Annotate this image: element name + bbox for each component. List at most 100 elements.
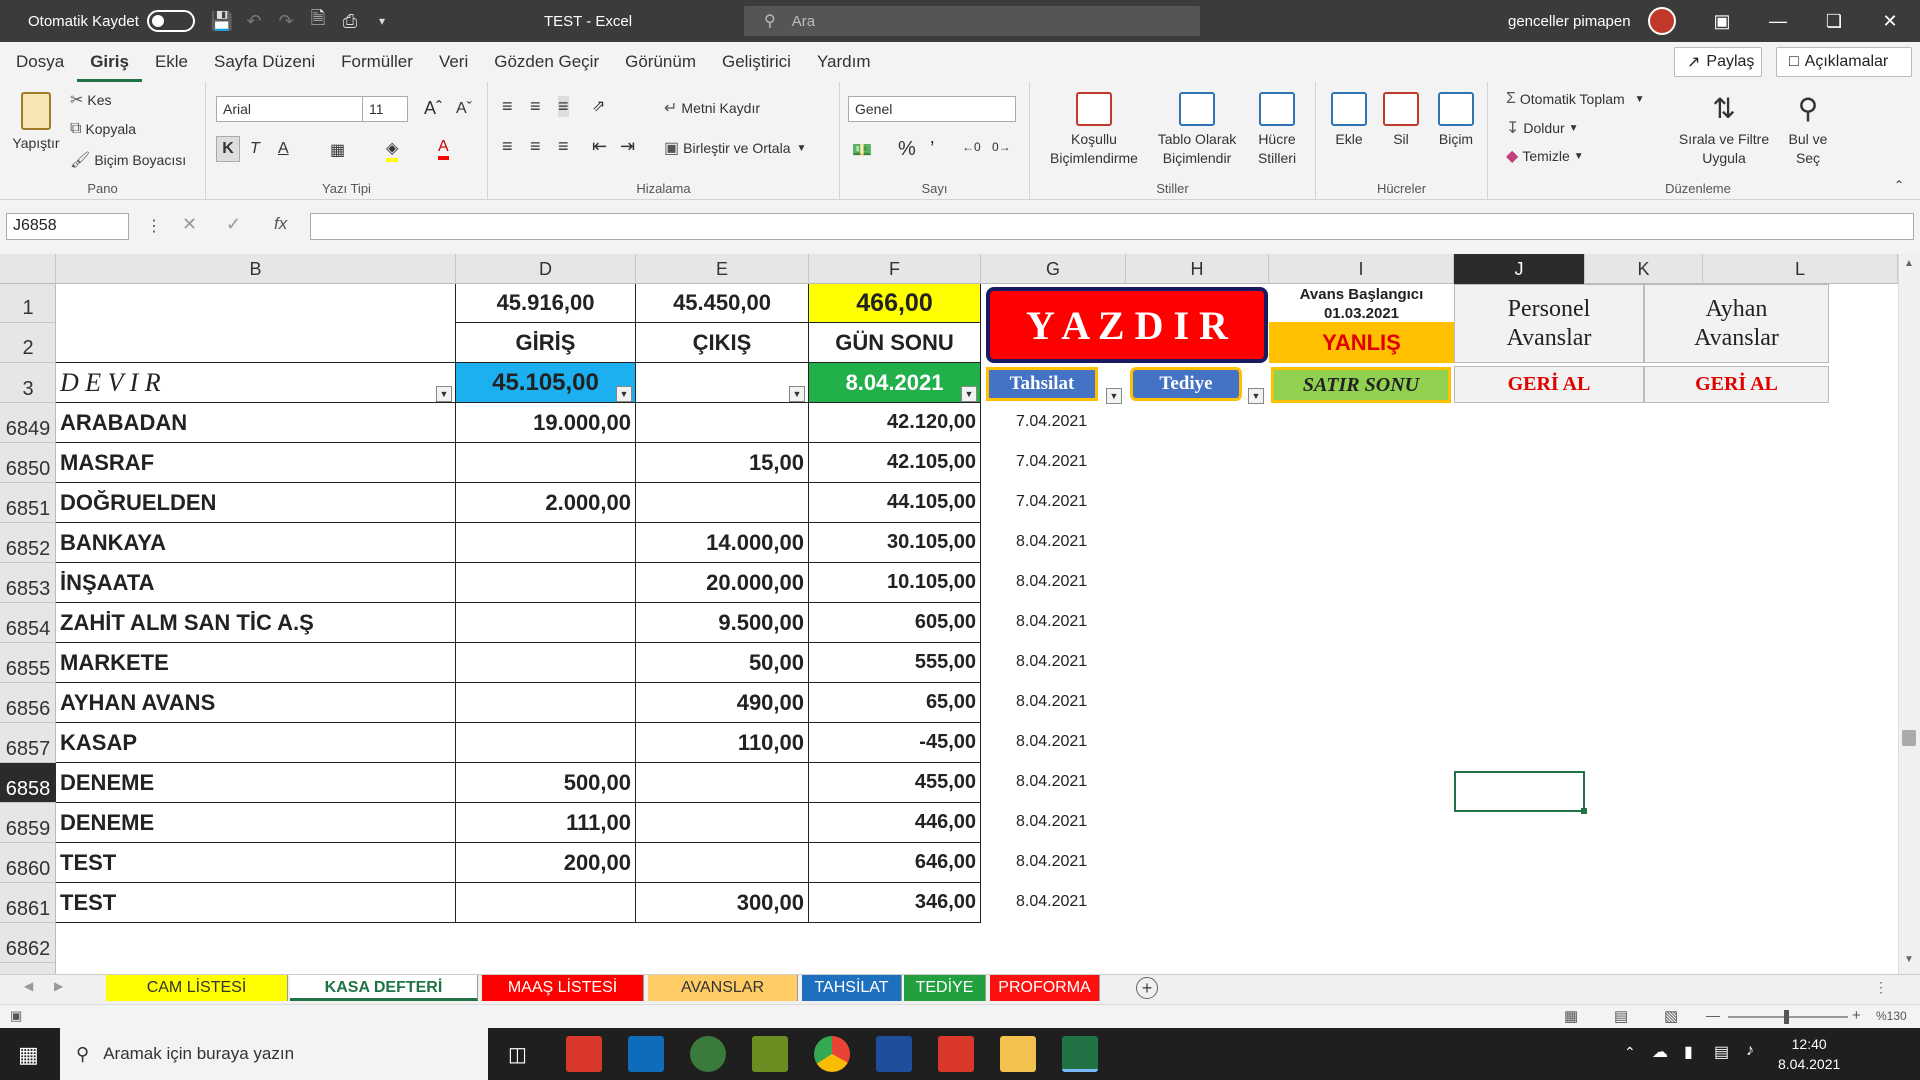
taskbar-app-icon[interactable]	[938, 1036, 974, 1072]
cell-g6852[interactable]: 8.04.2021	[1016, 533, 1087, 551]
row-header[interactable]: 6861	[0, 883, 56, 923]
tab-giris[interactable]: Giriş	[77, 42, 142, 82]
cell-f6859[interactable]: 446,00	[809, 803, 981, 843]
cell-e6852[interactable]: 14.000,00	[636, 523, 809, 563]
restore-icon[interactable]: ❏	[1806, 0, 1862, 42]
comments-button[interactable]: □ Açıklamalar	[1776, 47, 1912, 77]
cell-b1[interactable]	[56, 284, 456, 363]
align-middle-icon[interactable]: ≡	[530, 96, 541, 117]
cell-d3[interactable]: 45.105,00	[456, 363, 636, 403]
taskbar-search[interactable]: ⚲ Aramak için buraya yazın	[60, 1028, 488, 1080]
bold-button[interactable]: K	[216, 136, 240, 162]
windows-start-icon[interactable]: ▦	[18, 1042, 39, 1068]
cell-e6853[interactable]: 20.000,00	[636, 563, 809, 603]
save-icon[interactable]: 💾	[206, 11, 238, 32]
filter-dropdown-icon[interactable]: ▼	[961, 386, 977, 402]
cell-e6861[interactable]: 300,00	[636, 883, 809, 923]
row-header[interactable]: 6849	[0, 403, 56, 443]
sheet-options-icon[interactable]: ⋮	[1874, 979, 1888, 996]
cell-b6859[interactable]: DENEME	[56, 803, 456, 843]
italic-button[interactable]: T	[250, 140, 260, 158]
cell-b6856[interactable]: AYHAN AVANS	[56, 683, 456, 723]
cell-b6850[interactable]: MASRAF	[56, 443, 456, 483]
cell-g6860[interactable]: 8.04.2021	[1016, 853, 1087, 871]
copy-button[interactable]: ⧉ Kopyala	[70, 120, 136, 138]
yazdir-button[interactable]: Y A Z D I R	[986, 287, 1268, 363]
row-header[interactable]: 6851	[0, 483, 56, 523]
underline-button[interactable]: A	[278, 140, 289, 158]
align-bottom-icon[interactable]: ≡	[558, 96, 569, 117]
cell-b6852[interactable]: BANKAYA	[56, 523, 456, 563]
sheet-tab-maas-listesi[interactable]: MAAŞ LİSTESİ	[482, 975, 644, 1001]
cell-f6861[interactable]: 346,00	[809, 883, 981, 923]
column-header-l[interactable]: L	[1703, 254, 1898, 284]
row-header[interactable]: 3	[0, 363, 56, 403]
zoom-slider-thumb[interactable]	[1784, 1010, 1789, 1024]
clock[interactable]: 12:40 8.04.2021	[1778, 1034, 1840, 1074]
select-all-corner[interactable]	[0, 254, 56, 284]
decrease-indent-icon[interactable]: ⇤	[592, 136, 607, 157]
cell-g6859[interactable]: 8.04.2021	[1016, 813, 1087, 831]
macro-record-icon[interactable]: ▣	[10, 1008, 22, 1024]
worksheet-grid[interactable]: 45.916,00 45.450,00 466,00 GİRİŞ ÇIKIŞ G…	[56, 284, 1898, 974]
row-header[interactable]: 6858	[0, 763, 56, 803]
taskbar-app-icon[interactable]	[752, 1036, 788, 1072]
cell-f2[interactable]: GÜN SONU	[809, 323, 981, 363]
user-name[interactable]: genceller pimapen	[1508, 0, 1631, 42]
insert-function-icon[interactable]: fx	[274, 214, 287, 234]
column-header-i[interactable]: I	[1269, 254, 1454, 284]
active-cell-j6858[interactable]	[1454, 771, 1587, 814]
ayhan-avanslar-button[interactable]: Ayhan Avanslar	[1644, 284, 1829, 363]
cell-g6849[interactable]: 7.04.2021	[1016, 413, 1087, 431]
font-family-select[interactable]: Arial	[216, 96, 364, 122]
cell-g6853[interactable]: 8.04.2021	[1016, 573, 1087, 591]
zoom-slider[interactable]	[1728, 1010, 1848, 1024]
cell-e6855[interactable]: 50,00	[636, 643, 809, 683]
cell-g6854[interactable]: 8.04.2021	[1016, 613, 1087, 631]
fill-button[interactable]: ↧ Doldur ▼	[1506, 118, 1579, 138]
collapse-ribbon-icon[interactable]: ⌃	[1894, 178, 1904, 192]
tab-yardim[interactable]: Yardım	[804, 42, 884, 82]
cell-g6850[interactable]: 7.04.2021	[1016, 453, 1087, 471]
cell-e6854[interactable]: 9.500,00	[636, 603, 809, 643]
geri-al-ayhan-button[interactable]: GERİ AL	[1644, 366, 1829, 403]
cell-e6858[interactable]	[636, 763, 809, 803]
column-header-e[interactable]: E	[636, 254, 809, 284]
excel-icon[interactable]	[1062, 1036, 1098, 1072]
cell-d6855[interactable]	[456, 643, 636, 683]
scroll-down-icon[interactable]: ▼	[1904, 954, 1914, 965]
find-select-button[interactable]: ⚲ Bul ve Seç	[1778, 92, 1838, 168]
battery-icon[interactable]: ▮	[1684, 1042, 1693, 1062]
print-preview-icon[interactable]: 🗎	[302, 6, 334, 36]
formula-input[interactable]	[310, 213, 1914, 240]
cell-e6849[interactable]	[636, 403, 809, 443]
search-box[interactable]: ⚲ Ara	[744, 6, 1200, 36]
personel-avanslar-button[interactable]: Personel Avanslar	[1454, 284, 1644, 363]
cell-f6857[interactable]: -45,00	[809, 723, 981, 763]
sheet-tab-tediye[interactable]: TEDİYE	[904, 975, 986, 1001]
cell-e6850[interactable]: 15,00	[636, 443, 809, 483]
cell-d6862[interactable]	[456, 923, 636, 963]
column-header-k[interactable]: K	[1585, 254, 1703, 284]
cell-b6861[interactable]: TEST	[56, 883, 456, 923]
cell-d6858[interactable]: 500,00	[456, 763, 636, 803]
cell-d6857[interactable]	[456, 723, 636, 763]
normal-view-icon[interactable]: ▦	[1564, 1007, 1578, 1025]
row-header[interactable]: 2	[0, 323, 56, 363]
cell-f6854[interactable]: 605,00	[809, 603, 981, 643]
share-button[interactable]: ↗ Paylaş	[1674, 47, 1762, 77]
name-box[interactable]: J6858	[6, 213, 129, 240]
sheet-tab-tahsilat[interactable]: TAHSİLAT	[802, 975, 902, 1001]
onedrive-icon[interactable]: ☁	[1652, 1042, 1668, 1062]
sheet-tab-cam-listesi[interactable]: CAM LİSTESİ	[106, 975, 288, 1001]
cut-button[interactable]: ✂ Kes	[70, 90, 112, 110]
avatar[interactable]	[1648, 7, 1676, 35]
row-header[interactable]: 1	[0, 284, 56, 323]
autosum-button[interactable]: Σ Otomatik Toplam ▼	[1506, 90, 1645, 108]
cell-g6851[interactable]: 7.04.2021	[1016, 493, 1087, 511]
cell-e2[interactable]: ÇIKIŞ	[636, 323, 809, 363]
taskbar-app-icon[interactable]	[690, 1036, 726, 1072]
cell-f6860[interactable]: 646,00	[809, 843, 981, 883]
taskbar-app-icon[interactable]	[566, 1036, 602, 1072]
tahsilat-button[interactable]: Tahsilat	[986, 367, 1098, 401]
